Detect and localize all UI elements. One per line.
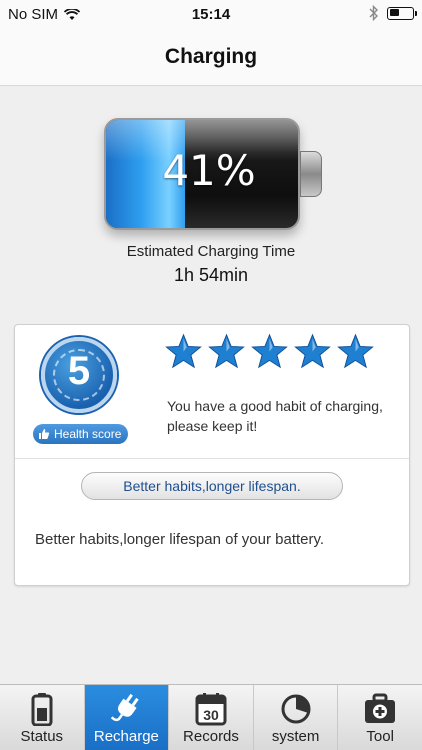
estimate-value: 1h 54min xyxy=(173,265,249,285)
tab-tool-label: Tool xyxy=(366,728,394,745)
status-right xyxy=(369,5,417,21)
health-score-badge: 5 xyxy=(41,337,117,413)
health-score-value: 5 xyxy=(67,349,91,393)
health-score-text: Health score xyxy=(54,427,122,441)
tab-bar: Status Recharge 30 Records system Tool xyxy=(0,684,422,750)
tab-recharge[interactable]: Recharge xyxy=(84,685,170,750)
page-title: Charging xyxy=(164,45,258,68)
star-icon xyxy=(208,333,245,369)
thumbs-up-icon xyxy=(39,429,50,439)
health-score-label: Health score xyxy=(33,424,129,444)
status-battery-icon xyxy=(387,6,417,20)
health-card: 5 Health score You have a good habit of … xyxy=(14,324,410,586)
star-icon xyxy=(251,333,288,369)
tab-tool[interactable]: Tool xyxy=(338,685,422,750)
habit-message: You have a good habit of charging, pleas… xyxy=(167,398,383,434)
star-icon xyxy=(337,333,374,369)
estimate-label: Estimated Charging Time xyxy=(126,243,296,260)
card-divider xyxy=(15,458,409,459)
lifespan-text: Better habits,longer lifespan of your ba… xyxy=(35,531,325,548)
battery-percent: 41% xyxy=(162,146,256,195)
tab-status[interactable]: Status xyxy=(0,685,85,750)
tab-status-label: Status xyxy=(20,728,64,745)
status-bar: No SIM 15:14 xyxy=(0,0,422,30)
star-rating xyxy=(165,333,374,370)
tab-system[interactable]: system xyxy=(254,685,339,750)
tab-records-label: Records xyxy=(183,728,239,745)
plug-icon xyxy=(111,693,140,722)
nav-bar: Charging xyxy=(0,30,422,86)
better-habits-button[interactable]: Better habits,longer lifespan. xyxy=(81,472,343,500)
star-icon xyxy=(294,333,331,369)
toolbox-icon xyxy=(365,693,396,723)
bluetooth-icon xyxy=(369,5,378,21)
battery-graphic: 41% xyxy=(104,118,322,230)
battery-icon xyxy=(31,693,53,726)
tab-recharge-label: Recharge xyxy=(93,728,159,745)
tab-records[interactable]: 30 Records xyxy=(169,685,254,750)
calendar-icon: 30 xyxy=(195,693,227,726)
calendar-day: 30 xyxy=(203,707,219,723)
star-icon xyxy=(165,333,202,369)
tab-system-label: system xyxy=(271,728,320,745)
pie-chart-icon xyxy=(281,694,311,724)
status-time: 15:14 xyxy=(191,6,231,23)
